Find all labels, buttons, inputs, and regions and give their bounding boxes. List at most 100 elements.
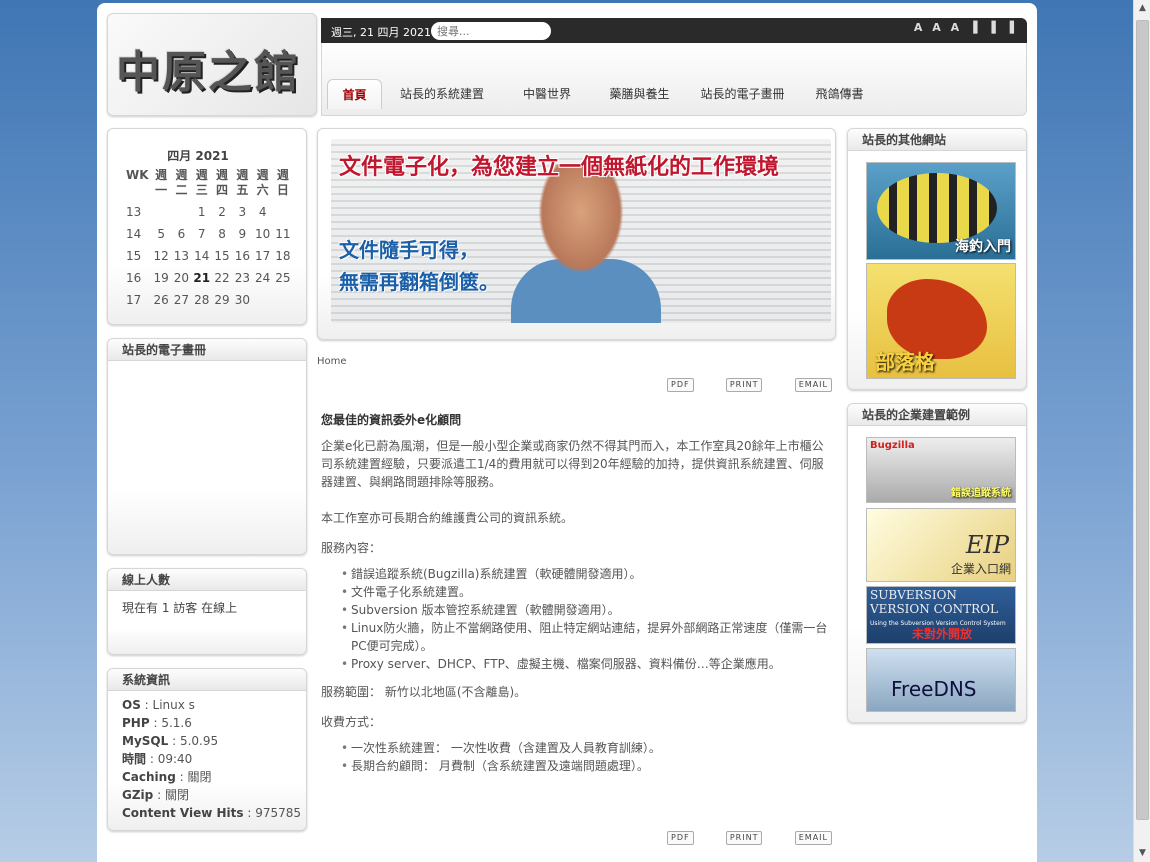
svn-link[interactable]: SUBVERSION VERSION CONTROL Using the Subv… (866, 586, 1016, 644)
sysinfo-row: MySQL : 5.0.95 (108, 732, 306, 750)
calendar-day[interactable]: 6 (171, 223, 191, 245)
calendar-day[interactable]: 7 (192, 223, 212, 245)
pdf-button[interactable]: PDF (667, 831, 694, 845)
calendar-day[interactable]: 8 (212, 223, 232, 245)
email-button[interactable]: EMAIL (794, 831, 832, 845)
calendar-day[interactable]: 3 (232, 201, 252, 223)
calendar-day[interactable]: 9 (232, 223, 252, 245)
freedns-label: FreeDNS (891, 677, 977, 701)
calendar-day[interactable]: 22 (212, 267, 232, 289)
calendar-day[interactable]: 20 (171, 267, 191, 289)
scroll-down-icon[interactable]: ▼ (1134, 845, 1150, 862)
calendar-day[interactable]: 16 (232, 245, 252, 267)
calendar-header-cell: WK (126, 168, 149, 182)
calendar-day[interactable]: 23 (232, 267, 252, 289)
breadcrumb[interactable]: Home (317, 356, 347, 367)
calendar-day[interactable] (151, 201, 171, 223)
sysinfo-value: : 975785 (243, 806, 302, 820)
calendar-week-number: 13 (126, 205, 142, 219)
logo-panel[interactable]: 中原之館 (107, 13, 317, 116)
scroll-up-icon[interactable]: ▲ (1134, 0, 1150, 17)
article: 您最佳的資訊委外e化顧問 企業e化已蔚為風潮，但是一般小型企業或商家仍然不得其門… (321, 411, 834, 785)
calendar-header-cell: 週 四 (216, 168, 229, 197)
eip-label: EIP (965, 531, 1009, 559)
calendar-day[interactable]: 14 (192, 245, 212, 267)
calendar-panel: 四月 2021 WK 週 一週 二週 三週 四週 五週 六週 日 13 1 2 3 4 14 5… (107, 128, 307, 325)
enterprise-title: 站長的企業建置範例 (848, 404, 1026, 426)
scroll-thumb[interactable] (1136, 20, 1149, 820)
calendar-day[interactable]: 4 (252, 201, 272, 223)
nav-chinese-medicine[interactable]: 中醫世界 (502, 79, 592, 109)
sysinfo-key: OS (122, 698, 141, 712)
calendar-day[interactable]: 1 (192, 201, 212, 223)
nav-contact[interactable]: 飛鴿傳書 (802, 79, 877, 109)
sysinfo-row: 時間 : 09:40 (108, 750, 306, 768)
fee-item: 長期合約顧問： 月費制（含系統建置及遠端問題處理）。 (341, 757, 834, 775)
calendar-day[interactable]: 12 (151, 245, 171, 267)
email-button[interactable]: EMAIL (794, 378, 832, 392)
calendar-day[interactable]: 28 (192, 289, 212, 311)
calendar-day[interactable]: 30 (232, 289, 252, 311)
article-maintenance: 本工作室亦可長期合約維護貴公司的資訊系統。 (321, 511, 574, 525)
calendar-day[interactable]: 27 (171, 289, 191, 311)
fish-graphic (877, 173, 997, 243)
fishing-label: 海釣入門 (955, 239, 1011, 255)
calendar-day[interactable]: 17 (252, 245, 272, 267)
nav-health-food[interactable]: 藥膳與養生 (592, 79, 687, 109)
calendar-day[interactable]: 15 (212, 245, 232, 267)
calendar-day[interactable]: 18 (273, 245, 293, 267)
nav-system-build[interactable]: 站長的系統建置 (392, 79, 492, 109)
calendar-day[interactable] (273, 289, 293, 311)
sysinfo-key: MySQL (122, 734, 169, 748)
pdf-button[interactable]: PDF (667, 378, 694, 392)
calendar-week-row: 15 12 13 14 15 16 17 18 (126, 245, 293, 267)
fee-list: 一次性系統建置： 一次性收費（含建置及人員教育訓練）。長期合約顧問： 月費制（含… (341, 739, 834, 775)
nav-home[interactable]: 首頁 (327, 79, 382, 109)
blog-link[interactable]: 部落格 (866, 263, 1016, 379)
calendar-day[interactable]: 2 (212, 201, 232, 223)
ebook-title: 站長的電子畫冊 (108, 339, 306, 361)
calendar-day[interactable]: 19 (151, 267, 171, 289)
calendar-week-number: 17 (126, 293, 142, 307)
eip-subtitle: 企業入口網 (950, 562, 1011, 576)
sysinfo-panel: 系統資訊 OS : Linux s PHP : 5.1.6 MySQL : 5.0.… (107, 668, 307, 831)
calendar-day[interactable] (252, 289, 272, 311)
calendar-day[interactable] (273, 201, 293, 223)
freedns-link[interactable]: FreeDNS (866, 648, 1016, 712)
eip-link[interactable]: EIP 企業入口網 (866, 508, 1016, 582)
site-logo[interactable]: 中原之館 (116, 36, 300, 100)
print-button[interactable]: PRINT (725, 831, 763, 845)
calendar-day[interactable]: 26 (151, 289, 171, 311)
calendar-week-number: 15 (126, 249, 142, 263)
calendar-day[interactable]: 13 (171, 245, 191, 267)
services-label: 服務內容： (321, 541, 382, 555)
calendar-day[interactable]: 11 (273, 223, 293, 245)
fishing-site-link[interactable]: 海釣入門 (866, 162, 1016, 260)
blog-label: 部落格 (875, 350, 935, 374)
print-button[interactable]: PRINT (725, 378, 763, 392)
calendar-header-cell: 週 二 (175, 168, 188, 197)
sysinfo-row: PHP : 5.1.6 (108, 714, 306, 732)
calendar-header: WK 週 一週 二週 三週 四週 五週 六週 日 (126, 168, 293, 201)
calendar-day[interactable]: 21 (192, 267, 212, 289)
vertical-scrollbar[interactable]: ▲ ▼ (1133, 0, 1150, 862)
sysinfo-title: 系統資訊 (108, 669, 306, 691)
calendar-week-row: 14 5 6 7 8 9 10 11 (126, 223, 293, 245)
calendar-day[interactable]: 24 (252, 267, 272, 289)
banner-line-1: 文件隨手可得， (339, 238, 479, 262)
calendar-day[interactable]: 10 (252, 223, 272, 245)
calendar-day[interactable]: 29 (212, 289, 232, 311)
calendar-day[interactable] (171, 201, 191, 223)
search-input[interactable] (431, 22, 551, 40)
calendar-day[interactable]: 25 (273, 267, 293, 289)
calendar-day[interactable]: 5 (151, 223, 171, 245)
calendar-week-row: 13 1 2 3 4 (126, 201, 293, 223)
font-size-controls[interactable]: A A A ▐ ▐ ▐ (914, 21, 1017, 34)
other-sites-panel: 站長的其他網站 海釣入門 部落格 (847, 128, 1027, 390)
svn-label: SUBVERSION VERSION CONTROL (870, 588, 998, 616)
bugzilla-link[interactable]: Bugzilla 錯誤追蹤系統 (866, 437, 1016, 503)
online-title: 線上人數 (108, 569, 306, 591)
services-list: 錯誤追蹤系統(Bugzilla)系統建置（軟硬體開發適用）。文件電子化系統建置。… (341, 565, 834, 673)
person-head-graphic (531, 164, 631, 284)
nav-ebook[interactable]: 站長的電子畫冊 (690, 79, 795, 109)
